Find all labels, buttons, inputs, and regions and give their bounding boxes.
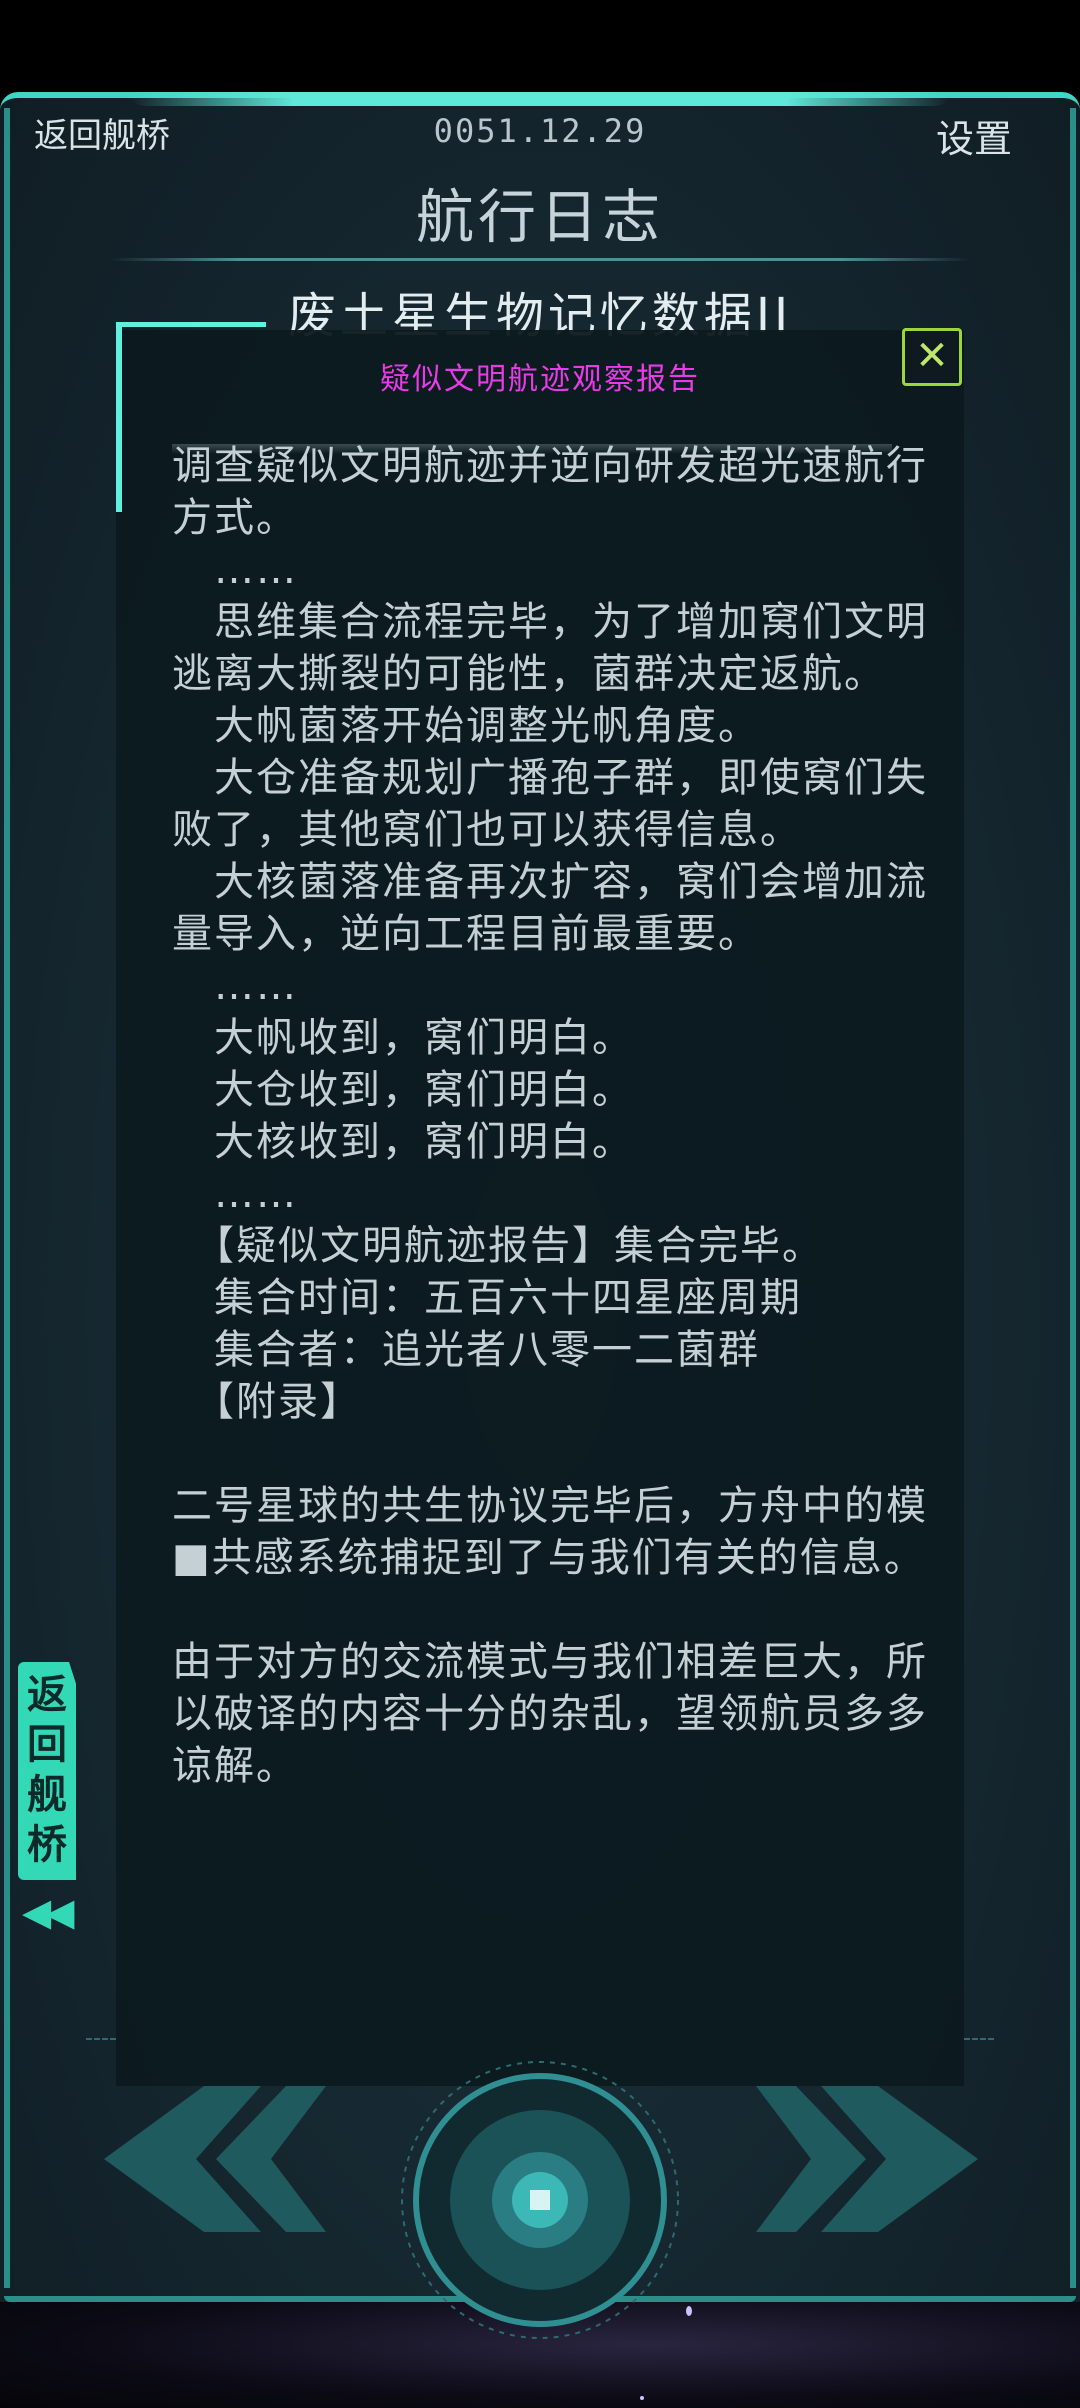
report-paragraph: 思维集合流程完毕，为了增加窝们文明逃离大撕裂的可能性，菌群决定返航。	[172, 599, 928, 697]
report-paragraph: 大核收到，窝们明白。	[172, 1119, 634, 1165]
settings-button[interactable]: 设置	[936, 108, 1012, 163]
frame-top-glow	[130, 92, 950, 106]
report-paragraph: 集合时间：五百六十四星座周期	[172, 1275, 802, 1321]
dialog-bracket-side	[116, 322, 122, 512]
side-tab-char: 返	[27, 1672, 67, 1718]
side-tab-char: 回	[27, 1722, 67, 1768]
close-icon: ✕	[915, 333, 949, 379]
report-paragraph: 由于对方的交流模式与我们相差巨大，所以破译的内容十分的杂乱，望领航员多多谅解。	[172, 1639, 928, 1789]
side-return-tab[interactable]: 返回舰桥	[18, 1662, 76, 1880]
report-paragraph: ……	[172, 963, 298, 1009]
report-paragraph	[172, 1584, 962, 1636]
star	[640, 2396, 644, 2400]
report-paragraph: 大帆菌落开始调整光帆角度。	[172, 703, 760, 749]
side-tab-char: 舰	[27, 1772, 67, 1818]
dialog-bracket-top	[116, 322, 266, 327]
side-tab-arrow-icon[interactable]: ◀◀	[22, 1890, 75, 1934]
frame-left-edge	[4, 108, 10, 2288]
side-tab-char: 桥	[27, 1822, 67, 1868]
title-divider	[110, 258, 970, 261]
double-chevron-right-icon[interactable]	[756, 2086, 986, 2232]
report-dialog: 疑似文明航迹观察报告 ✕ 调查疑似文明航迹并逆向研发超光速航行方式。 …… 思维…	[116, 328, 964, 2086]
report-paragraph: ……	[172, 1171, 298, 1217]
double-chevron-left-icon[interactable]	[96, 2086, 326, 2232]
report-paragraph: 大帆收到，窝们明白。	[172, 1015, 634, 1061]
dashed-divider-right	[964, 2038, 994, 2042]
page-title: 航行日志	[415, 183, 664, 251]
close-button[interactable]: ✕	[902, 328, 962, 386]
log-date: 0051.12.29	[433, 112, 647, 150]
report-paragraph: 【疑似文明航迹报告】集合完毕。	[172, 1223, 824, 1269]
side-tab-label: 返回舰桥	[18, 1670, 76, 1870]
dashed-divider-left	[86, 2038, 116, 2042]
top-bar: 返回舰桥 0051.12.29 设置	[0, 108, 1080, 161]
dialog-title: 疑似文明航迹观察报告	[380, 362, 700, 397]
frame-right-edge	[1070, 108, 1076, 2288]
star	[686, 2306, 692, 2316]
report-paragraph: 调查疑似文明航迹并逆向研发超光速航行方式。	[172, 443, 928, 541]
center-dial-icon[interactable]	[400, 2060, 680, 2340]
report-paragraph: 二号星球的共生协议完毕后，方舟中的模■共感系统捕捉到了与我们有关的信息。	[172, 1483, 928, 1581]
report-paragraph: ……	[172, 547, 298, 593]
report-paragraph: 集合者：追光者八零一二菌群	[172, 1327, 760, 1373]
report-paragraph: 大仓收到，窝们明白。	[172, 1067, 634, 1113]
report-paragraph: 大仓准备规划广播孢子群，即使窝们失败了，其他窝们也可以获得信息。	[172, 755, 928, 853]
report-paragraph: 大核菌落准备再次扩容，窝们会增加流量导入，逆向工程目前最重要。	[172, 859, 928, 957]
report-text[interactable]: 调查疑似文明航迹并逆向研发超光速航行方式。 …… 思维集合流程完毕，为了增加窝们…	[172, 440, 962, 1792]
report-paragraph: 【附录】	[172, 1379, 362, 1425]
report-paragraph	[172, 1428, 962, 1480]
